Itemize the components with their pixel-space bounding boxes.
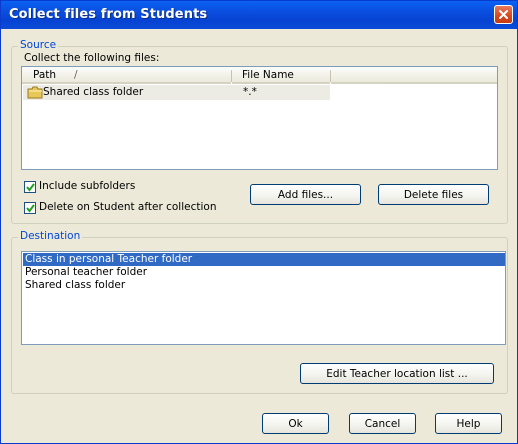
sort-indicator: / xyxy=(74,69,78,81)
source-legend: Source xyxy=(18,39,59,51)
dialog-window: Collect files from Students Source Colle… xyxy=(0,0,518,444)
destination-legend: Destination xyxy=(18,230,83,242)
delete-after-collection-label[interactable]: Delete on Student after collection xyxy=(39,201,216,213)
source-group: Source Collect the following files: Path… xyxy=(11,39,508,224)
destination-list[interactable]: Class in personal Teacher folder Persona… xyxy=(21,251,506,345)
list-item[interactable]: Shared class folder xyxy=(23,279,125,292)
column-label-path: Path xyxy=(33,69,57,81)
row-file-name: *.* xyxy=(243,86,257,98)
cancel-button[interactable]: Cancel xyxy=(349,413,416,434)
list-item[interactable]: Personal teacher folder xyxy=(23,266,147,279)
delete-after-collection-checkbox[interactable] xyxy=(24,202,36,214)
edit-teacher-location-list-button[interactable]: Edit Teacher location list ... xyxy=(300,363,494,384)
column-label-file-name: File Name xyxy=(242,69,294,81)
folder-icon xyxy=(27,86,43,99)
close-button[interactable] xyxy=(494,5,513,24)
include-subfolders-label[interactable]: Include subfolders xyxy=(39,180,135,192)
close-icon xyxy=(499,10,508,19)
ok-button[interactable]: Ok xyxy=(262,413,329,434)
row-path: Shared class folder xyxy=(43,86,144,98)
list-item[interactable]: Class in personal Teacher folder xyxy=(23,253,505,266)
source-file-list[interactable]: Path / File Name Shared class folder *.* xyxy=(21,66,498,170)
include-subfolders-checkbox[interactable] xyxy=(24,181,36,193)
column-header-empty xyxy=(331,67,497,84)
table-row[interactable]: Shared class folder *.* xyxy=(23,85,330,100)
column-header-path[interactable]: Path / xyxy=(22,67,231,84)
window-title: Collect files from Students xyxy=(9,7,208,22)
collect-files-label: Collect the following files: xyxy=(24,52,160,64)
help-button[interactable]: Help xyxy=(435,413,502,434)
dialog-body: Source Collect the following files: Path… xyxy=(5,29,513,439)
title-bar[interactable]: Collect files from Students xyxy=(1,1,517,29)
delete-files-button[interactable]: Delete files xyxy=(378,184,489,205)
checkmark-icon xyxy=(26,204,35,213)
checkmark-icon xyxy=(26,183,35,192)
column-header-file-name[interactable]: File Name xyxy=(232,67,330,84)
add-files-button[interactable]: Add files... xyxy=(250,184,361,205)
destination-group: Destination Class in personal Teacher fo… xyxy=(11,230,508,394)
